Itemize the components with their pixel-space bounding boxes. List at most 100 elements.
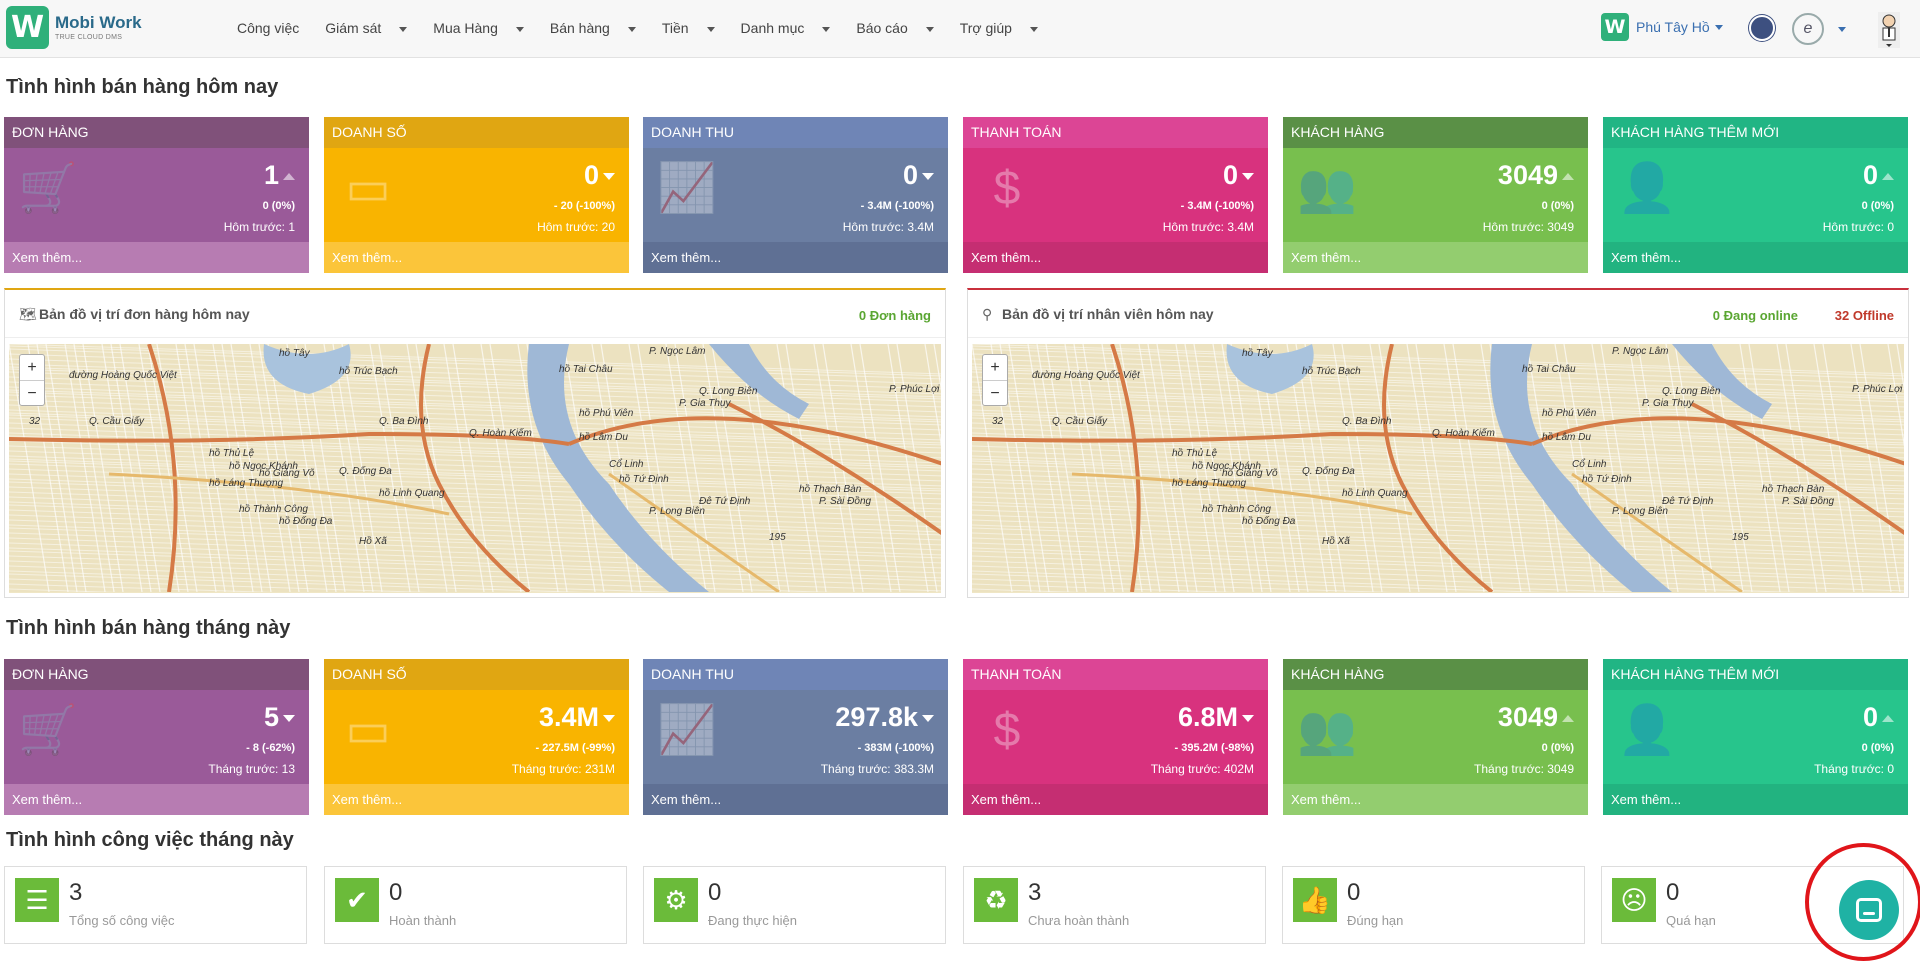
map-label: Q. Hoàn Kiếm [1432,427,1495,439]
card-title: ĐƠN HÀNG [4,117,309,148]
task-label: Chưa hoàn thành [1028,913,1130,928]
chevron-down-icon [627,26,636,32]
menu-item-6[interactable]: Báo cáo [856,20,946,36]
users-icon: 👥 [1297,704,1357,757]
task-value: 0 [389,879,403,906]
staff-map[interactable]: hồ Tây đường Hoàng Quốc Việt hồ Trúc Bạch Q… [972,344,1904,593]
task-card-3[interactable]: ♻ 3 Chưa hoàn thành [963,866,1266,944]
card-title: DOANH THU [643,659,948,690]
see-more-link[interactable]: Xem thêm... [1603,784,1908,815]
task-value: 0 [708,879,722,906]
zoom-out-button[interactable]: − [983,381,1007,406]
card-change: - 8 (-62%) [246,742,295,754]
see-more-link[interactable]: Xem thêm... [963,784,1268,815]
task-card-2[interactable]: ⚙ 0 Đang thực hiện [643,866,946,944]
task-label: Đúng hạn [1347,913,1404,928]
map-label: hồ Thủ Lệ [209,447,254,459]
gears-icon: ⚙ [654,878,698,922]
see-more-link[interactable]: Xem thêm... [643,242,948,273]
menu-item-3[interactable]: Bán hàng [550,20,649,36]
today-section-title: Tình hình bán hàng hôm nay [6,76,279,98]
map-label: hồ Thạch Bàn [799,483,862,495]
see-more-link[interactable]: Xem thêm... [4,784,309,815]
zoom-out-button[interactable]: − [20,381,44,406]
map-label: Cổ Linh [1572,458,1607,470]
chevron-down-icon [399,26,408,32]
logo-name: Mobi Work [55,13,142,32]
offline-count: 32 Offline [1834,308,1894,323]
see-more-link[interactable]: Xem thêm... [1283,242,1588,273]
task-card-1[interactable]: ✔ 0 Hoàn thành [324,866,627,944]
task-value: 0 [1347,879,1361,906]
map-label: 32 [992,416,1004,427]
card-value: 0 [583,160,599,190]
see-more-link[interactable]: Xem thêm... [324,242,629,273]
menu-item-1[interactable]: Giám sát [325,20,420,36]
card-change: 0 (0%) [1861,742,1894,754]
card-title: DOANH SỐ [324,659,629,690]
card-previous: Tháng trước: 0 [1814,762,1894,776]
arrow-down-icon [603,173,615,181]
menu-item-0[interactable]: Công việc [237,20,312,36]
month-card-1: DOANH SỐ ▭ 3.4M - 227.5M (-99%) Tháng trước:… [324,659,629,815]
see-more-link[interactable]: Xem thêm... [643,784,948,815]
card-value: 0 [902,160,918,190]
map-label: Đê Tứ Định [699,496,751,507]
staff-map-title: Bản đồ vị trí nhân viên hôm nay [1002,306,1214,322]
arrow-up-icon [283,173,295,181]
task-label: Hoàn thành [389,913,457,928]
tasks-section-title: Tình hình công việc tháng này [6,829,294,851]
cart-icon: 🛒 [18,162,78,215]
card-value: 6.8M [1177,702,1238,732]
map-icon: 🗺 [19,306,37,322]
orders-map-panel: 🗺 Bản đồ vị trí đơn hàng hôm nay 0 Đơn h… [4,288,946,598]
zoom-in-button[interactable]: + [983,355,1007,381]
menu-item-2[interactable]: Mua Hàng [433,20,537,36]
see-more-link[interactable]: Xem thêm... [963,242,1268,273]
orders-map[interactable]: hồ Tây đường Hoàng Quốc Việt hồ Trúc Bạch Q… [9,344,941,593]
dollar-icon: $ [993,704,1021,757]
map-label: đường Hoàng Quốc Việt [69,369,178,381]
branch-selector[interactable]: W Phú Tây Hồ [1601,13,1723,41]
task-card-0[interactable]: ☰ 3 Tổng số công việc [4,866,307,944]
card-change: - 227.5M (-99%) [535,742,615,754]
map-label: hồ Tây [1242,347,1274,359]
app-logo[interactable]: W Mobi Work TRUE CLOUD DMS [6,6,142,49]
see-more-link[interactable]: Xem thêm... [1283,784,1588,815]
calendar-check-icon: ✔ [335,878,379,922]
task-label: Đang thực hiện [708,913,797,928]
company-logo-icon[interactable]: e [1792,13,1824,45]
list-icon: ☰ [15,878,59,922]
zoom-control: + − [982,354,1008,406]
line-chart-icon: 📈 [657,162,717,215]
menu-item-5[interactable]: Danh mục [741,20,844,36]
map-label: Q. Cầu Giấy [89,415,145,427]
staff-map-panel: ⚲ Bản đồ vị trí nhân viên hôm nay 0 Đang… [967,288,1909,598]
card-title: THANH TOÁN [963,659,1268,690]
menu-item-7[interactable]: Trợ giúp [960,20,1051,36]
branch-logo-icon: W [1601,13,1629,41]
see-more-link[interactable]: Xem thêm... [324,784,629,815]
arrow-down-icon [283,715,295,723]
today-card-1: DOANH SỐ ▭ 0 - 20 (-100%) Hôm trước: 20 Xem t… [324,117,629,273]
map-label: hồ Trúc Bạch [339,365,398,377]
see-more-link[interactable]: Xem thêm... [1603,242,1908,273]
map-label: P. Ngọc Lâm [649,346,706,357]
task-card-4[interactable]: 👍 0 Đúng hạn [1282,866,1585,944]
orders-count: 0 Đơn hàng [858,308,931,323]
logo-tagline: TRUE CLOUD DMS [55,34,123,41]
map-label: P. Sài Đồng [819,495,872,507]
card-title: KHÁCH HÀNG [1283,659,1588,690]
zoom-in-button[interactable]: + [20,355,44,381]
menu-item-4[interactable]: Tiền [662,20,728,36]
chevron-down-icon[interactable] [1838,27,1846,32]
card-title: DOANH SỐ [324,117,629,148]
arrow-up-icon [1882,173,1894,181]
card-value: 3049 [1497,160,1558,190]
user-avatar[interactable] [1878,12,1900,48]
map-marker-icon: ⚲ [982,306,993,322]
card-title: DOANH THU [643,117,948,148]
see-more-link[interactable]: Xem thêm... [4,242,309,273]
globe-icon[interactable] [1749,15,1775,41]
card-change: - 3.4M (-100%) [860,200,934,212]
